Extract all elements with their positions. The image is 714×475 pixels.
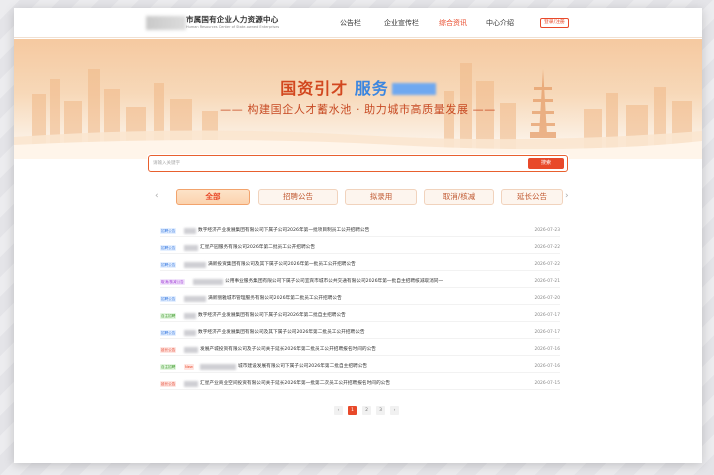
site-subtitle: Human Resources Center of State-owned En… — [186, 25, 280, 29]
nav-about[interactable]: 中心介绍 — [486, 18, 514, 28]
search-button[interactable]: 搜索 — [528, 158, 564, 169]
page-1-button[interactable]: 1 — [348, 406, 357, 415]
redacted-block — [184, 245, 198, 251]
tabs-next-icon[interactable]: › — [565, 191, 569, 201]
list-item-date: 2026-07-22 — [534, 262, 560, 267]
redacted-block — [200, 364, 236, 370]
category-badge: 招聘公告 — [160, 330, 177, 336]
page-2-button[interactable]: 2 — [362, 406, 371, 415]
list-item[interactable]: 招聘公告 汇星产园服务有限公司2026年第二批员工公开招聘公告 2026-07-… — [160, 243, 560, 254]
category-badge: 招聘公告 — [160, 245, 177, 251]
category-badge: 自主招聘 — [160, 364, 177, 370]
category-badge: 延长公告 — [160, 381, 177, 387]
nav-news[interactable]: 综合资讯 — [439, 18, 467, 28]
nav-bulletin[interactable]: 公告栏 — [340, 18, 361, 28]
redacted-block — [184, 347, 198, 353]
search-input[interactable] — [153, 158, 523, 169]
login-button[interactable]: 登录/注册 — [540, 18, 569, 28]
site-title[interactable]: 市属国有企业人力资源中心 — [186, 14, 278, 25]
category-badge: 取消/核减公告 — [160, 279, 185, 285]
list-item-date: 2026-07-16 — [534, 347, 560, 352]
banner-title-main: 国资引才 — [280, 79, 349, 98]
tab-hiring-shortlist[interactable]: 拟录用 — [345, 189, 417, 205]
hero-banner: 国资引才 服务 —— 构建国企人才蓄水池 · 助力城市高质量发展 —— — [14, 39, 702, 159]
list-item[interactable]: 招聘公告 满新丽雅城市管理服务有限公司2026年第二批员工公开招聘公告 2026… — [160, 294, 560, 305]
category-badge: 招聘公告 — [160, 296, 177, 302]
list-item-title[interactable]: 汇星产业商业空间投资有限公司关于延长2026年第一批第二次员工公开招聘报名时间的… — [200, 380, 508, 388]
list-item-title[interactable]: 公用事业服务集团有限公司下属子公司宜宾市城市公共交通有限公司2026年第一批自主… — [225, 278, 520, 286]
nav-enterprise[interactable]: 企业宣传栏 — [384, 18, 419, 28]
redacted-block — [184, 313, 196, 319]
list-item[interactable]: 招聘公告 满新投资集团有限公司及其下属子公司2026年第一批员工公开招聘公告 2… — [160, 260, 560, 271]
list-item-title[interactable]: 汇星产园服务有限公司2026年第二批员工公开招聘公告 — [200, 244, 500, 252]
redacted-block — [391, 83, 436, 95]
list-item-title[interactable]: 发展产城投资有限公司及子公司关于延长2026年第二批员工公开招聘报名时间的公告 — [200, 346, 508, 354]
list-item[interactable]: 取消/核减公告 公用事业服务集团有限公司下属子公司宜宾市城市公共交通有限公司20… — [160, 277, 560, 288]
redacted-block — [184, 330, 196, 336]
redacted-block — [184, 381, 198, 387]
redacted-block — [184, 296, 206, 302]
list-item-date: 2026-07-16 — [534, 364, 560, 369]
list-item-date: 2026-07-21 — [534, 279, 560, 284]
list-item[interactable]: 自主招聘 New 城市建设发展有限公司下属子公司2026年第二批自主招聘公告 2… — [160, 362, 560, 373]
tab-all[interactable]: 全部 — [176, 189, 250, 205]
list-item-date: 2026-07-15 — [534, 381, 560, 386]
redacted-block — [184, 262, 206, 268]
list-item-date: 2026-07-17 — [534, 313, 560, 318]
tabs-prev-icon[interactable]: ‹ — [155, 191, 159, 201]
category-badge: 延长公告 — [160, 347, 177, 353]
list-item-date: 2026-07-17 — [534, 330, 560, 335]
category-tabs: ‹ 全部 招聘公告 拟录用 取消/核减 延长公告 › — [148, 188, 569, 206]
list-item[interactable]: 延长公告 汇星产业商业空间投资有限公司关于延长2026年第一批第二次员工公开招聘… — [160, 379, 560, 390]
redacted-block — [184, 228, 196, 234]
page-3-button[interactable]: 3 — [376, 406, 385, 415]
list-item[interactable]: 招聘公告 数字经济产业发展集团有限公司及其下属子公司2026年第二批员工公开招聘… — [160, 328, 560, 339]
list-item-title[interactable]: 数字经济产业发展集团有限公司及其下属子公司2026年第二批员工公开招聘公告 — [198, 329, 508, 337]
tab-extension[interactable]: 延长公告 — [501, 189, 563, 205]
top-navigation-bar: 市属国有企业人力资源中心 Human Resources Center of S… — [14, 8, 702, 38]
list-item-date: 2026-07-23 — [534, 228, 560, 233]
list-item-title[interactable]: 满新丽雅城市管理服务有限公司2026年第二批员工公开招聘公告 — [208, 295, 508, 303]
banner-title: 国资引才 服务 — [14, 75, 702, 99]
list-item-title[interactable]: 城市建设发展有限公司下属子公司2026年第二批自主招聘公告 — [238, 363, 508, 371]
category-badge: 自主招聘 — [160, 313, 177, 319]
list-item-title[interactable]: 数字经济产业发展集团有限公司下属子公司2026年第一批项目制员工公开招聘公告 — [198, 227, 508, 235]
list-item-title[interactable]: 数字经济产业发展集团有限公司下属子公司2026年第二批自主招聘公告 — [198, 312, 508, 320]
page: 市属国有企业人力资源中心 Human Resources Center of S… — [14, 8, 702, 463]
tab-cancelled[interactable]: 取消/核减 — [424, 189, 494, 205]
logo-icon — [146, 16, 186, 30]
prev-page-button[interactable]: ‹ — [334, 406, 343, 415]
search-bar: 搜索 — [148, 155, 568, 172]
tab-recruitment[interactable]: 招聘公告 — [258, 189, 338, 205]
list-item-date: 2026-07-20 — [534, 296, 560, 301]
banner-title-service: 服务 — [354, 79, 389, 98]
list-item[interactable]: 自主招聘 数字经济产业发展集团有限公司下属子公司2026年第二批自主招聘公告 2… — [160, 311, 560, 322]
category-badge: 招聘公告 — [160, 262, 177, 268]
category-badge: 招聘公告 — [160, 228, 177, 234]
redacted-block — [193, 279, 223, 285]
city-skyline-illustration — [14, 63, 702, 159]
banner-slogan: —— 构建国企人才蓄水池 · 助力城市高质量发展 —— — [220, 103, 496, 116]
list-item-date: 2026-07-22 — [534, 245, 560, 250]
new-tag: New — [184, 364, 194, 370]
next-page-button[interactable]: › — [390, 406, 399, 415]
list-item[interactable]: 延长公告 发展产城投资有限公司及子公司关于延长2026年第二批员工公开招聘报名时… — [160, 345, 560, 356]
list-item-title[interactable]: 满新投资集团有限公司及其下属子公司2026年第一批员工公开招聘公告 — [208, 261, 508, 269]
list-item[interactable]: 招聘公告 数字经济产业发展集团有限公司下属子公司2026年第一批项目制员工公开招… — [160, 226, 560, 237]
